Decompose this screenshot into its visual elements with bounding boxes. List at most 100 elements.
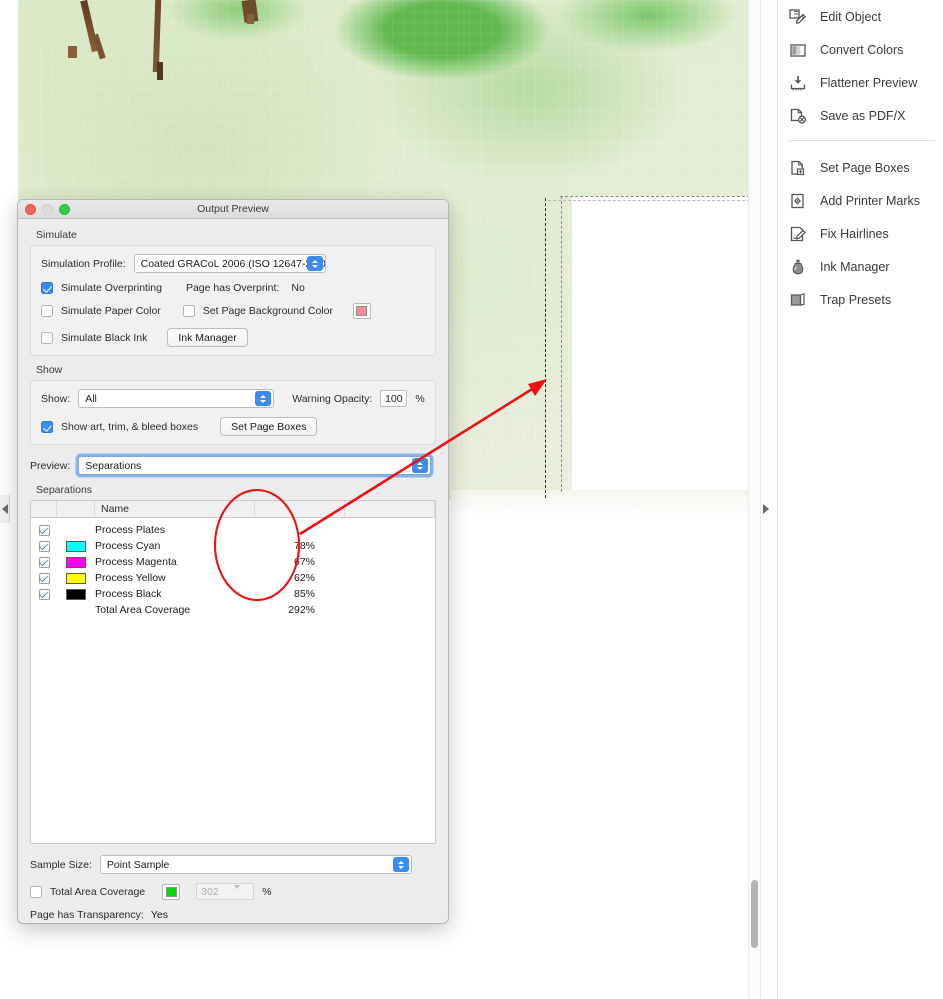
separation-row[interactable]: Process Cyan 78% [31,538,435,554]
simulate-section-label: Simulate [36,229,77,241]
separation-row[interactable]: Process Magenta 67% [31,554,435,570]
set-page-boxes-icon [791,160,805,175]
separation-visibility-checkbox[interactable] [38,540,50,552]
separation-row[interactable]: Total Area Coverage 292% [31,602,435,618]
save-as-pdfx-icon [790,108,807,124]
separation-visibility-cell [31,588,57,600]
separation-value: 85% [293,588,315,600]
simulate-group: Simulation Profile: Coated GRACoL 2006 (… [30,245,436,356]
show-select[interactable]: All [78,389,275,408]
simulate-black-ink-checkbox[interactable] [41,331,53,344]
separations-section-label: Separations [36,484,93,496]
tool-label: Add Printer Marks [820,193,921,208]
separation-row[interactable]: Process Yellow 62% [31,570,435,586]
separation-row[interactable]: Process Black 85% [31,586,435,602]
separation-value: 292% [288,604,315,616]
preview-row: Preview: Separations [30,456,436,475]
show-boxes-label: Show art, trim, & bleed boxes [61,420,199,433]
column-header-swatch [57,501,95,517]
warning-opacity-unit: % [415,392,425,405]
sample-size-select[interactable]: Point Sample [99,855,412,874]
column-header-name: Name [95,501,255,517]
separation-value: 67% [293,556,315,568]
separation-name: Process Yellow [95,572,166,584]
ink-manager-button[interactable]: Ink Manager [167,328,248,347]
separation-visibility-cell [31,540,57,552]
zoom-button[interactable] [59,203,70,215]
separation-visibility-checkbox[interactable] [38,572,50,584]
chevron-down-icon [234,885,241,889]
chevron-right-icon [763,504,769,514]
window-title: Output Preview [197,203,269,215]
chevron-updown-icon [255,391,272,406]
sample-size-label: Sample Size: [30,858,92,871]
left-panel-expand-handle[interactable] [0,495,10,523]
separation-visibility-checkbox[interactable] [38,556,50,568]
canvas-scrollbar-thumb[interactable] [751,880,758,948]
preview-label: Preview: [30,459,71,472]
separation-color-chip [66,588,86,600]
window-titlebar[interactable]: Output Preview [18,200,448,219]
separations-table[interactable]: Name Process Plates Process Cyan 78% Proces… [30,500,436,844]
page-white-area [572,196,750,500]
separation-visibility-cell [31,524,57,536]
simulate-overprinting-checkbox[interactable] [41,282,53,294]
show-boxes-row: Show art, trim, & bleed boxes Set Page B… [41,417,425,436]
separation-color-chip [66,540,86,552]
convert-colors-icon [790,43,806,57]
tac-color-swatch[interactable] [162,883,181,900]
separation-color-cell [57,572,95,584]
sample-size-value: Point Sample [106,858,170,871]
separation-row[interactable]: Process Plates [31,522,435,538]
right-panel-collapse-handle[interactable] [760,495,772,523]
trim-box-guide-horizontal [560,196,750,197]
simulate-overprinting-row: Simulate Overprinting Page has Overprint… [41,282,425,294]
preview-select[interactable]: Separations [78,456,432,475]
trim-box-guide-vertical [545,198,546,498]
show-boxes-checkbox[interactable] [41,420,53,433]
chevron-updown-icon [306,256,323,271]
separation-color-cell [57,540,95,552]
tool-item-ink-manager[interactable]: Ink Manager [778,250,943,283]
tool-item-edit-object[interactable]: Edit Object [778,0,943,33]
tool-item-add-printer-marks[interactable]: Add Printer Marks [778,184,943,217]
chevron-updown-icon [392,857,409,872]
output-preview-window[interactable]: Output Preview Simulate Simulation Profi… [17,199,449,924]
fix-hairlines-icon [790,226,806,241]
simulate-paper-color-checkbox[interactable] [41,305,53,317]
simulate-paper-color-row: Simulate Paper Color Set Page Background… [41,303,425,319]
page-background-color-swatch[interactable] [352,303,371,319]
ink-manager-icon [792,259,804,274]
total-area-coverage-checkbox[interactable] [30,885,42,898]
tool-item-set-page-boxes[interactable]: Set Page Boxes [778,151,943,184]
simulation-profile-select[interactable]: Coated GRACoL 2006 (ISO 12647-2:200… [133,254,326,273]
trap-presets-icon [790,292,805,306]
print-production-tools-panel: Edit Object Convert Colors Flattener Pre… [778,0,943,999]
color-chip [356,306,368,316]
separation-visibility-checkbox[interactable] [38,588,50,600]
tool-item-fix-hairlines[interactable]: Fix Hairlines [778,217,943,250]
chevron-right-icon [1,504,8,514]
tool-item-save-as-pdfx[interactable]: Save as PDF/X [778,99,943,132]
separations-table-header: Name [31,501,435,518]
color-chip [165,886,177,897]
close-button[interactable] [25,203,36,215]
tool-label: Edit Object [820,9,882,24]
column-header-value [255,501,345,517]
set-page-background-color-checkbox[interactable] [182,305,195,317]
window-controls[interactable] [18,203,70,215]
tool-label: Ink Manager [820,259,890,274]
warning-opacity-input[interactable]: 100 [380,390,408,407]
set-page-boxes-button[interactable]: Set Page Boxes [220,417,318,436]
separation-name: Total Area Coverage [95,604,191,616]
tool-item-flattener-preview[interactable]: Flattener Preview [778,66,943,99]
tool-label: Save as PDF/X [820,108,906,123]
separation-visibility-checkbox[interactable] [38,524,50,536]
simulation-profile-value: Coated GRACoL 2006 (ISO 12647-2:200… [140,257,326,270]
tool-item-trap-presets[interactable]: Trap Presets [778,283,943,316]
minimize-button[interactable] [42,203,53,215]
tool-item-convert-colors[interactable]: Convert Colors [778,33,943,66]
tac-value: 302 [201,885,219,898]
page-has-transparency-label: Page has Transparency: [30,909,144,921]
tool-label: Flattener Preview [820,75,918,90]
